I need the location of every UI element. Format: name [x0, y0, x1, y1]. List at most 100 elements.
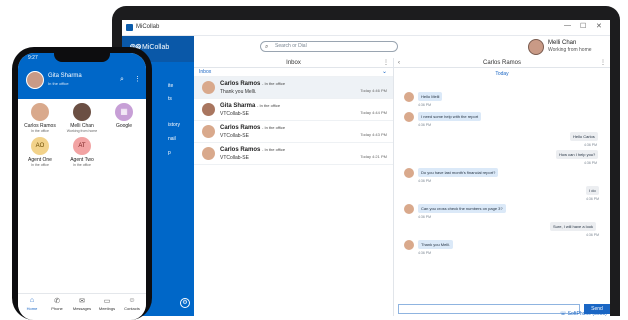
- conversation-time: Today 4:44 PM: [360, 110, 387, 115]
- status-bar: 9:27: [18, 53, 146, 65]
- message-time: 4:36 PM: [418, 179, 432, 183]
- nav-messages[interactable]: ✉ Messages: [70, 297, 94, 311]
- contact-avatar: [404, 204, 414, 214]
- favorite-contact[interactable]: Melli Chan Working from home: [62, 103, 102, 133]
- search-icon: ⌕: [265, 44, 269, 50]
- user-status[interactable]: Working from home: [548, 47, 592, 53]
- message-bubble: Do you have last month's financial repor…: [418, 168, 499, 177]
- nav-label: Meetings: [98, 306, 116, 311]
- conversation-item[interactable]: Gita Sharma - In the office VTCollab-SE …: [194, 99, 393, 121]
- sidebar-item-favorites[interactable]: ite: [168, 83, 173, 89]
- contact-avatar: [202, 103, 215, 116]
- nav-label: Home: [26, 306, 38, 311]
- close-button[interactable]: ✕: [596, 22, 602, 30]
- contact-avatar: [404, 168, 414, 178]
- laptop-frame: MiCollab — ☐ ✕ ⦾⦾ MiCollab ite ts istory…: [112, 6, 620, 316]
- user-name: Melli Chan: [548, 40, 577, 46]
- search-placeholder: Search or Dial: [275, 43, 307, 49]
- nav-contacts[interactable]: ☺ Contacts: [120, 297, 144, 311]
- contacts-icon: ☺: [128, 297, 136, 304]
- contact-avatar: [31, 103, 49, 121]
- contact-avatar: [73, 103, 91, 121]
- inbox-pane: Inbox ⋮ Inbox ⌄ Carlos Ramos - In the of…: [194, 58, 394, 316]
- softphone-status[interactable]: ☏ SoftPhone (5605): [560, 311, 607, 317]
- message-time: 4:36 PM: [418, 123, 432, 127]
- nav-label: Messages: [72, 306, 92, 311]
- nav-label: Phone: [51, 306, 63, 311]
- conversation-preview: VTCollab-SE: [220, 111, 249, 117]
- contact-initials: AT: [73, 137, 91, 155]
- contact-presence: - In the office: [262, 81, 286, 86]
- conversation-item[interactable]: Carlos Ramos - In the office VTCollab-SE…: [194, 143, 393, 165]
- user-avatar[interactable]: [26, 71, 44, 89]
- chat-pane: ‹ Carlos Ramos ⋮ Today Hello Melli 4:36 …: [394, 58, 610, 316]
- inbox-filter[interactable]: Inbox ⌄: [194, 68, 393, 77]
- favorite-status: In the office: [72, 163, 92, 167]
- user-status[interactable]: In the office: [48, 81, 69, 86]
- favorite-contact[interactable]: AO Agent One In the office: [20, 137, 60, 167]
- favorite-contact[interactable]: AT Agent Two In the office: [62, 137, 102, 167]
- back-arrow-icon[interactable]: ‹: [398, 58, 400, 68]
- phone-icon: ✆: [54, 298, 60, 305]
- top-bar: ⌕ Search or Dial Melli Chan Working from…: [194, 36, 610, 58]
- conversation-item[interactable]: Carlos Ramos - In the office Thank you M…: [194, 77, 393, 99]
- favorite-contact[interactable]: ▦ Google: [104, 103, 144, 129]
- inbox-title: Inbox: [286, 60, 301, 66]
- video-icon: ▭: [103, 298, 111, 305]
- nav-meetings[interactable]: ▭ Meetings: [95, 297, 119, 311]
- message-bubble: Hello Melli: [418, 92, 443, 101]
- contact-presence: - In the office: [262, 125, 286, 130]
- softphone-label: SoftPhone (5605): [567, 311, 607, 317]
- inbox-filter-label: Inbox: [199, 69, 212, 75]
- nav-home[interactable]: ⌂ Home: [20, 297, 44, 311]
- minimize-button[interactable]: —: [564, 22, 571, 29]
- message-input[interactable]: [398, 304, 580, 314]
- maximize-button[interactable]: ☐: [580, 22, 586, 30]
- conversation-time: Today 4:46 PM: [360, 88, 387, 93]
- message-bubble: Thank you Melli.: [418, 240, 454, 249]
- chat-title: Carlos Ramos: [482, 60, 521, 66]
- message-time: 4:36 PM: [584, 143, 598, 147]
- sidebar-item-voicemail[interactable]: nail: [168, 136, 176, 142]
- phone-frame: 9:27 Gita Sharma In the office ⌕ ⋮ Carlo…: [12, 47, 152, 320]
- message-bubble: Hello Carlos: [570, 132, 598, 141]
- user-avatar[interactable]: [528, 39, 544, 55]
- search-input[interactable]: ⌕ Search or Dial: [260, 41, 398, 52]
- home-icon: ⌂: [29, 297, 35, 304]
- day-separator: Today: [495, 71, 509, 77]
- inbox-header: Inbox ⋮: [194, 58, 393, 68]
- more-options-icon[interactable]: ⋮: [383, 58, 389, 68]
- settings-gear-icon[interactable]: ⚙: [180, 298, 190, 308]
- contact-presence: - In the office: [262, 147, 286, 152]
- contact-avatar: [202, 81, 215, 94]
- conversation-item[interactable]: Carlos Ramos - In the office VTCollab-SE…: [194, 121, 393, 143]
- mobile-header: Gita Sharma In the office ⌕ ⋮: [18, 65, 146, 99]
- desktop-app-window: MiCollab — ☐ ✕ ⦾⦾ MiCollab ite ts istory…: [122, 20, 610, 316]
- favorite-contact[interactable]: Carlos Ramos In the office: [20, 103, 60, 133]
- conversation-time: Today 4:43 PM: [360, 132, 387, 137]
- window-title: MiCollab: [136, 24, 160, 30]
- contact-name: Carlos Ramos: [220, 125, 261, 131]
- app-logo-icon: [126, 24, 133, 31]
- conversation-time: Today 4:21 PM: [360, 154, 387, 159]
- message-bubble: How can I help you?: [556, 150, 599, 159]
- chevron-down-icon: ⌄: [381, 69, 387, 75]
- nav-phone[interactable]: ✆ Phone: [45, 297, 69, 311]
- contact-name: Carlos Ramos: [220, 147, 261, 153]
- conversation-preview: VTCollab-SE: [220, 155, 249, 161]
- sidebar-item-history[interactable]: istory: [168, 122, 180, 128]
- mobile-app-screen: 9:27 Gita Sharma In the office ⌕ ⋮ Carlo…: [18, 53, 146, 320]
- sidebar-item-contacts[interactable]: ts: [168, 96, 172, 102]
- message-bubble: Sure, I will have a look: [550, 222, 597, 231]
- search-icon[interactable]: ⌕: [120, 76, 124, 84]
- more-options-icon[interactable]: ⋮: [600, 58, 606, 68]
- chat-header: ‹ Carlos Ramos ⋮: [394, 58, 610, 68]
- message-time: 4:36 PM: [418, 215, 432, 219]
- more-options-icon[interactable]: ⋮: [134, 75, 141, 83]
- favorite-status: In the office: [30, 129, 50, 133]
- sidebar-item-app[interactable]: p: [168, 150, 171, 156]
- message-bubble: I need some help with the report: [418, 112, 482, 121]
- contact-initials: AO: [31, 137, 49, 155]
- contact-avatar: [404, 92, 414, 102]
- phone-notch: [54, 53, 110, 62]
